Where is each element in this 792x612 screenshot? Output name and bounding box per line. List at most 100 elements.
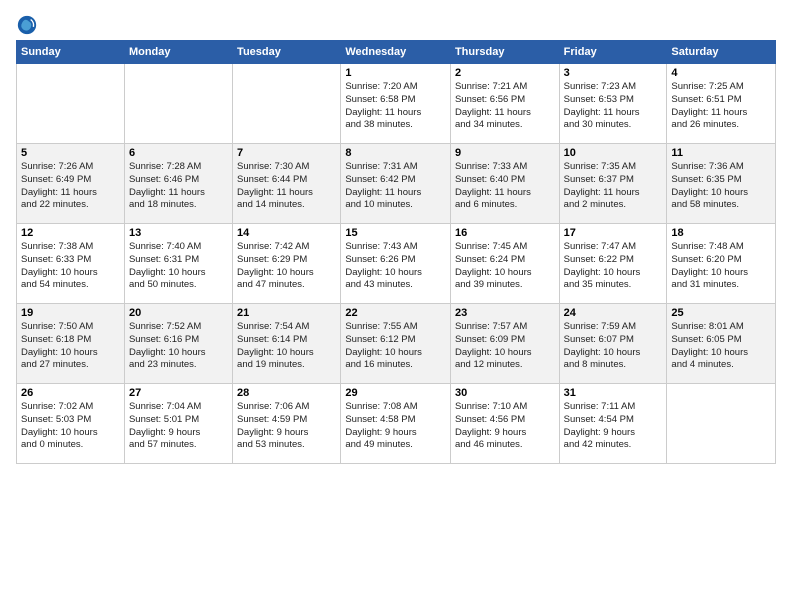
day-content: Sunrise: 7:28 AM Sunset: 6:46 PM Dayligh… — [129, 161, 228, 212]
day-content: Sunrise: 7:20 AM Sunset: 6:58 PM Dayligh… — [345, 81, 446, 132]
day-number: 11 — [671, 147, 771, 159]
calendar-cell: 14 Sunrise: 7:42 AM Sunset: 6:29 PM Dayli… — [233, 224, 341, 304]
day-content: Sunrise: 7:02 AM Sunset: 5:03 PM Dayligh… — [21, 401, 120, 452]
day-content: Sunrise: 7:26 AM Sunset: 6:49 PM Dayligh… — [21, 161, 120, 212]
day-content: Sunrise: 7:50 AM Sunset: 6:18 PM Dayligh… — [21, 321, 120, 372]
day-number: 6 — [129, 147, 228, 159]
calendar-cell: 20 Sunrise: 7:52 AM Sunset: 6:16 PM Dayli… — [124, 304, 232, 384]
weekday-header-monday: Monday — [124, 41, 232, 64]
calendar-cell: 27 Sunrise: 7:04 AM Sunset: 5:01 PM Dayli… — [124, 384, 232, 464]
day-number: 19 — [21, 307, 120, 319]
day-number: 8 — [345, 147, 446, 159]
weekday-header-tuesday: Tuesday — [233, 41, 341, 64]
weekday-header-thursday: Thursday — [450, 41, 559, 64]
page-container: SundayMondayTuesdayWednesdayThursdayFrid… — [0, 0, 792, 474]
calendar-cell: 2 Sunrise: 7:21 AM Sunset: 6:56 PM Daylig… — [450, 64, 559, 144]
day-number: 18 — [671, 227, 771, 239]
calendar-cell: 26 Sunrise: 7:02 AM Sunset: 5:03 PM Dayli… — [17, 384, 125, 464]
day-content: Sunrise: 7:55 AM Sunset: 6:12 PM Dayligh… — [345, 321, 446, 372]
calendar-cell: 3 Sunrise: 7:23 AM Sunset: 6:53 PM Daylig… — [559, 64, 667, 144]
day-content: Sunrise: 7:38 AM Sunset: 6:33 PM Dayligh… — [21, 241, 120, 292]
day-content: Sunrise: 7:54 AM Sunset: 6:14 PM Dayligh… — [237, 321, 336, 372]
day-content: Sunrise: 8:01 AM Sunset: 6:05 PM Dayligh… — [671, 321, 771, 372]
day-number: 23 — [455, 307, 555, 319]
calendar-cell: 17 Sunrise: 7:47 AM Sunset: 6:22 PM Dayli… — [559, 224, 667, 304]
day-content: Sunrise: 7:48 AM Sunset: 6:20 PM Dayligh… — [671, 241, 771, 292]
calendar-cell: 13 Sunrise: 7:40 AM Sunset: 6:31 PM Dayli… — [124, 224, 232, 304]
day-number: 31 — [564, 387, 663, 399]
calendar-header-row: SundayMondayTuesdayWednesdayThursdayFrid… — [17, 41, 776, 64]
day-number: 2 — [455, 67, 555, 79]
weekday-header-saturday: Saturday — [667, 41, 776, 64]
day-number: 30 — [455, 387, 555, 399]
calendar-cell: 4Sunrise: 7:25 AM Sunset: 6:51 PM Daylig… — [667, 64, 776, 144]
day-content: Sunrise: 7:10 AM Sunset: 4:56 PM Dayligh… — [455, 401, 555, 452]
calendar-cell — [233, 64, 341, 144]
day-content: Sunrise: 7:31 AM Sunset: 6:42 PM Dayligh… — [345, 161, 446, 212]
day-content: Sunrise: 7:23 AM Sunset: 6:53 PM Dayligh… — [564, 81, 663, 132]
day-number: 3 — [564, 67, 663, 79]
calendar-cell: 8 Sunrise: 7:31 AM Sunset: 6:42 PM Daylig… — [341, 144, 451, 224]
day-content: Sunrise: 7:45 AM Sunset: 6:24 PM Dayligh… — [455, 241, 555, 292]
calendar-cell: 18 Sunrise: 7:48 AM Sunset: 6:20 PM Dayli… — [667, 224, 776, 304]
calendar-week-row: 1 Sunrise: 7:20 AM Sunset: 6:58 PM Daylig… — [17, 64, 776, 144]
calendar-cell: 12 Sunrise: 7:38 AM Sunset: 6:33 PM Dayli… — [17, 224, 125, 304]
calendar-cell: 28Sunrise: 7:06 AM Sunset: 4:59 PM Dayli… — [233, 384, 341, 464]
day-number: 5 — [21, 147, 120, 159]
day-content: Sunrise: 7:36 AM Sunset: 6:35 PM Dayligh… — [671, 161, 771, 212]
day-number: 13 — [129, 227, 228, 239]
calendar-week-row: 12 Sunrise: 7:38 AM Sunset: 6:33 PM Dayli… — [17, 224, 776, 304]
calendar-week-row: 19 Sunrise: 7:50 AM Sunset: 6:18 PM Dayli… — [17, 304, 776, 384]
logo-icon — [16, 14, 38, 36]
calendar-week-row: 5 Sunrise: 7:26 AM Sunset: 6:49 PM Daylig… — [17, 144, 776, 224]
day-number: 20 — [129, 307, 228, 319]
calendar-cell: 5 Sunrise: 7:26 AM Sunset: 6:49 PM Daylig… — [17, 144, 125, 224]
day-number: 4 — [671, 67, 771, 79]
day-number: 17 — [564, 227, 663, 239]
day-number: 27 — [129, 387, 228, 399]
day-number: 22 — [345, 307, 446, 319]
calendar-cell: 19 Sunrise: 7:50 AM Sunset: 6:18 PM Dayli… — [17, 304, 125, 384]
day-number: 15 — [345, 227, 446, 239]
day-number: 14 — [237, 227, 336, 239]
calendar-cell: 25 Sunrise: 8:01 AM Sunset: 6:05 PM Dayli… — [667, 304, 776, 384]
calendar-cell: 21 Sunrise: 7:54 AM Sunset: 6:14 PM Dayli… — [233, 304, 341, 384]
day-number: 10 — [564, 147, 663, 159]
day-number: 7 — [237, 147, 336, 159]
calendar-cell: 30 Sunrise: 7:10 AM Sunset: 4:56 PM Dayli… — [450, 384, 559, 464]
calendar-cell: 23 Sunrise: 7:57 AM Sunset: 6:09 PM Dayli… — [450, 304, 559, 384]
day-content: Sunrise: 7:52 AM Sunset: 6:16 PM Dayligh… — [129, 321, 228, 372]
day-number: 1 — [345, 67, 446, 79]
weekday-header-sunday: Sunday — [17, 41, 125, 64]
day-number: 26 — [21, 387, 120, 399]
day-number: 21 — [237, 307, 336, 319]
weekday-header-wednesday: Wednesday — [341, 41, 451, 64]
day-number: 24 — [564, 307, 663, 319]
day-content: Sunrise: 7:06 AM Sunset: 4:59 PM Dayligh… — [237, 401, 336, 452]
day-number: 12 — [21, 227, 120, 239]
calendar-cell: 11 Sunrise: 7:36 AM Sunset: 6:35 PM Dayli… — [667, 144, 776, 224]
day-content: Sunrise: 7:43 AM Sunset: 6:26 PM Dayligh… — [345, 241, 446, 292]
day-number: 9 — [455, 147, 555, 159]
calendar-cell: 10 Sunrise: 7:35 AM Sunset: 6:37 PM Dayli… — [559, 144, 667, 224]
calendar-cell: 9 Sunrise: 7:33 AM Sunset: 6:40 PM Daylig… — [450, 144, 559, 224]
day-content: Sunrise: 7:08 AM Sunset: 4:58 PM Dayligh… — [345, 401, 446, 452]
day-content: Sunrise: 7:35 AM Sunset: 6:37 PM Dayligh… — [564, 161, 663, 212]
calendar-cell: 29Sunrise: 7:08 AM Sunset: 4:58 PM Dayli… — [341, 384, 451, 464]
calendar-cell: 24Sunrise: 7:59 AM Sunset: 6:07 PM Dayli… — [559, 304, 667, 384]
day-number: 16 — [455, 227, 555, 239]
calendar-cell: 22 Sunrise: 7:55 AM Sunset: 6:12 PM Dayli… — [341, 304, 451, 384]
day-content: Sunrise: 7:33 AM Sunset: 6:40 PM Dayligh… — [455, 161, 555, 212]
calendar-cell — [124, 64, 232, 144]
day-content: Sunrise: 7:30 AM Sunset: 6:44 PM Dayligh… — [237, 161, 336, 212]
day-content: Sunrise: 7:57 AM Sunset: 6:09 PM Dayligh… — [455, 321, 555, 372]
calendar-cell: 1 Sunrise: 7:20 AM Sunset: 6:58 PM Daylig… — [341, 64, 451, 144]
weekday-header-friday: Friday — [559, 41, 667, 64]
calendar-table: SundayMondayTuesdayWednesdayThursdayFrid… — [16, 40, 776, 464]
day-content: Sunrise: 7:42 AM Sunset: 6:29 PM Dayligh… — [237, 241, 336, 292]
day-number: 25 — [671, 307, 771, 319]
day-content: Sunrise: 7:40 AM Sunset: 6:31 PM Dayligh… — [129, 241, 228, 292]
day-content: Sunrise: 7:47 AM Sunset: 6:22 PM Dayligh… — [564, 241, 663, 292]
day-content: Sunrise: 7:21 AM Sunset: 6:56 PM Dayligh… — [455, 81, 555, 132]
day-content: Sunrise: 7:04 AM Sunset: 5:01 PM Dayligh… — [129, 401, 228, 452]
